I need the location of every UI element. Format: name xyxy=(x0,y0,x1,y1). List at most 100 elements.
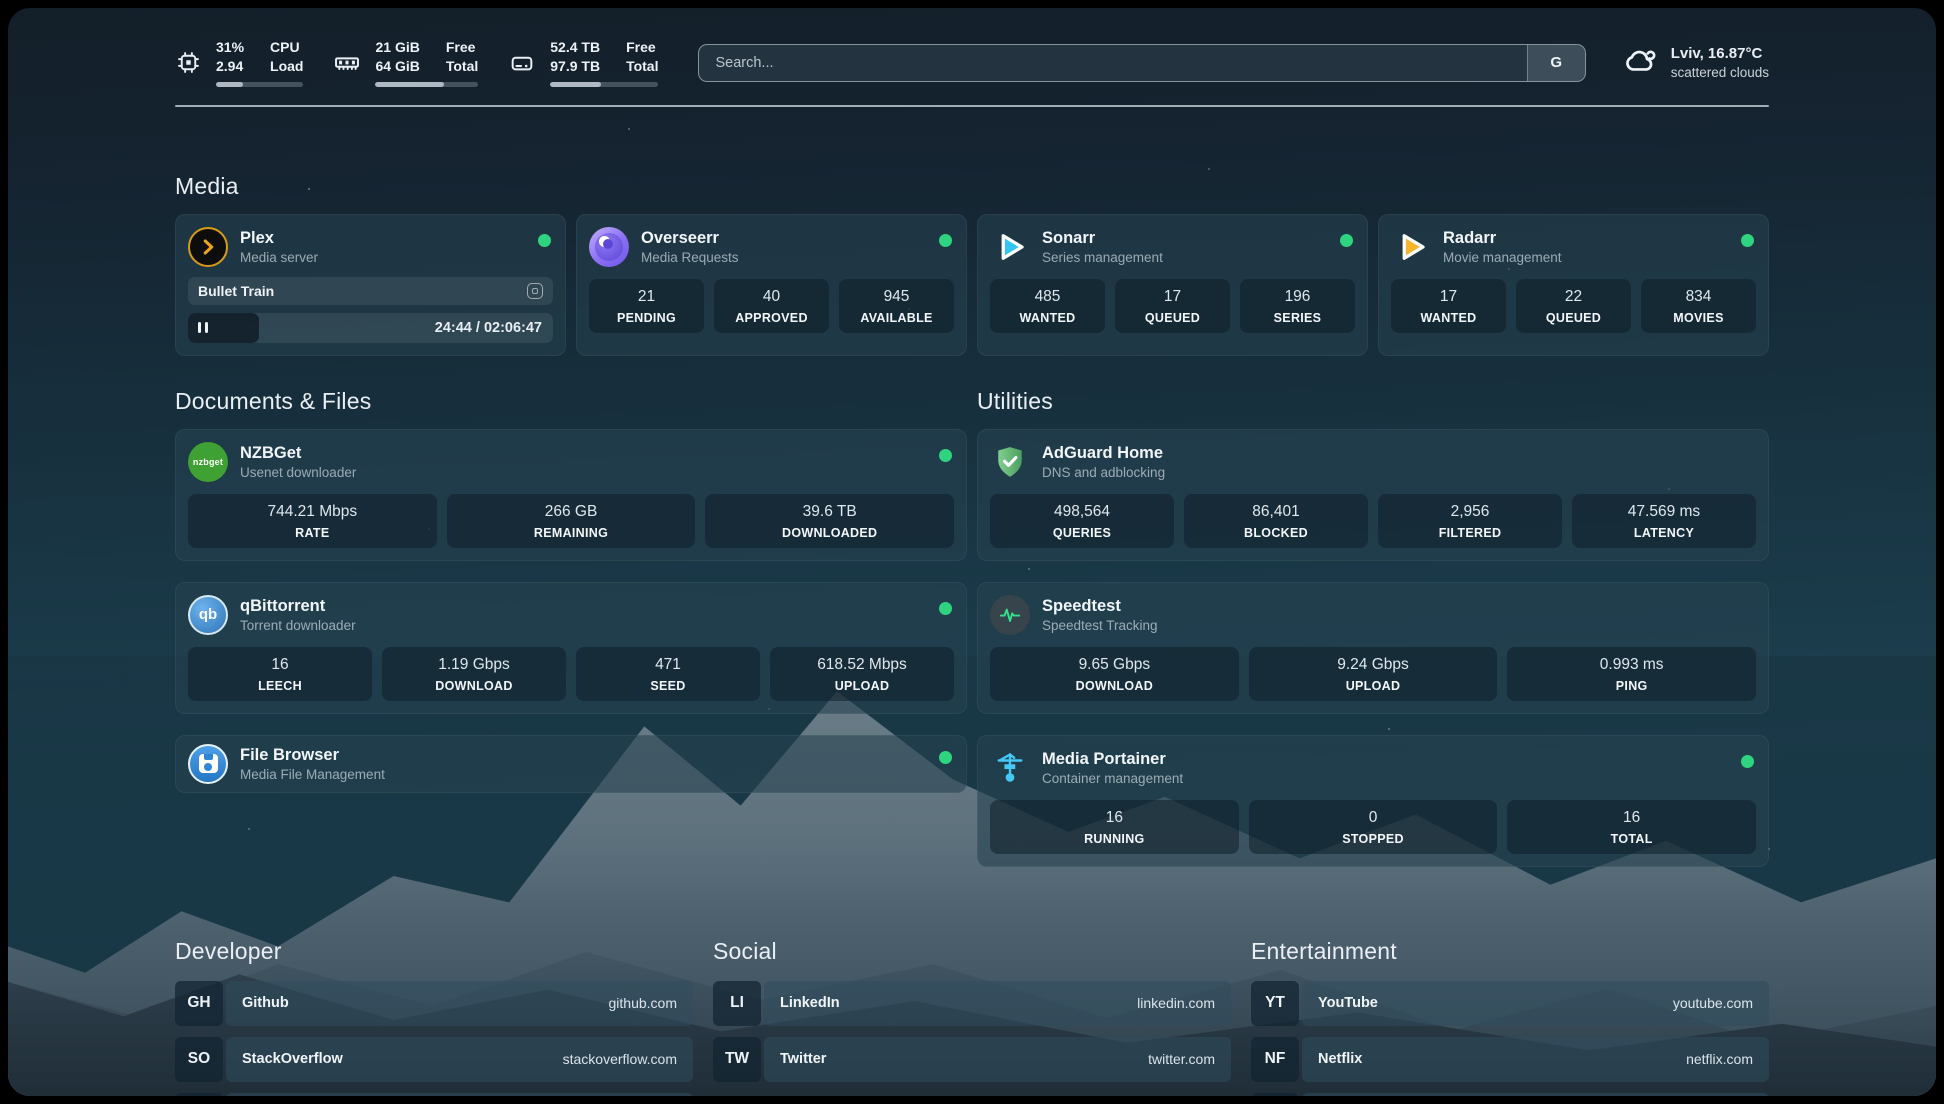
documents-column: Documents & Files nzbget NZBGet Usenet d… xyxy=(175,388,967,888)
qbittorrent-stat-seed: 471 SEED xyxy=(576,647,760,701)
bookmark-stackoverflow[interactable]: SO StackOverflow stackoverflow.com xyxy=(175,1037,693,1082)
filebrowser-icon xyxy=(188,744,228,784)
overseerr-stat-available: 945 AVAILABLE xyxy=(839,279,954,333)
overseerr-icon xyxy=(589,227,629,267)
radarr-stat-queued: 22 QUEUED xyxy=(1516,279,1631,333)
speedtest-icon xyxy=(990,595,1030,635)
cpu-icon xyxy=(175,49,202,76)
section-title-entertainment: Entertainment xyxy=(1251,938,1769,965)
radarr-status-online-dot xyxy=(1741,234,1754,247)
filebrowser-card[interactable]: File Browser Media File Management xyxy=(175,735,967,793)
memory-widget: 21 GiB 64 GiB Free Total xyxy=(333,38,478,87)
speedtest-stat-upload: 9.24 Gbps UPLOAD xyxy=(1249,647,1498,701)
disk-progress-fill xyxy=(550,82,601,87)
search-bar: G xyxy=(698,44,1585,82)
nzbget-icon: nzbget xyxy=(188,442,228,482)
cpu-progress-track xyxy=(216,82,303,87)
bookmarks-social: Social LI LinkedIn linkedin.com TW Twitt… xyxy=(713,938,1231,1097)
plex-card[interactable]: Plex Media server Bullet Train 24:44 / 0… xyxy=(175,214,566,356)
speedtest-name: Speedtest xyxy=(1042,597,1158,616)
qbittorrent-card[interactable]: qb qBittorrent Torrent downloader 16 LEE… xyxy=(175,582,967,714)
plex-subtitle: Media server xyxy=(240,250,318,265)
sonarr-subtitle: Series management xyxy=(1042,250,1163,265)
filebrowser-subtitle: Media File Management xyxy=(240,767,385,782)
qbittorrent-subtitle: Torrent downloader xyxy=(240,618,356,633)
radarr-name: Radarr xyxy=(1443,229,1562,248)
cpu-widget: 31% 2.94 CPU Load xyxy=(175,38,303,87)
radarr-stat-movies: 834 MOVIES xyxy=(1641,279,1756,333)
plex-name: Plex xyxy=(240,229,318,248)
bookmark-netflix[interactable]: NF Netflix netflix.com xyxy=(1251,1037,1769,1082)
bookmark-github[interactable]: GH Github github.com xyxy=(175,981,693,1026)
sonarr-card[interactable]: Sonarr Series management 485 WANTED 17 Q… xyxy=(977,214,1368,356)
nzbget-status-online-dot xyxy=(939,449,952,462)
bookmark-reddit[interactable]: RE Reddit reddit.com xyxy=(1251,1093,1769,1097)
nzbget-card[interactable]: nzbget NZBGet Usenet downloader 744.21 M… xyxy=(175,429,967,561)
nzbget-subtitle: Usenet downloader xyxy=(240,465,356,480)
media-card-row: Plex Media server Bullet Train 24:44 / 0… xyxy=(175,214,1769,356)
pause-icon[interactable] xyxy=(198,322,208,333)
adguard-stat-latency: 47.569 ms LATENCY xyxy=(1572,494,1756,548)
portainer-subtitle: Container management xyxy=(1042,771,1183,786)
filebrowser-status-online-dot xyxy=(939,751,952,764)
adguard-stat-blocked: 86,401 BLOCKED xyxy=(1184,494,1368,548)
adguard-stat-queries: 498,564 QUERIES xyxy=(990,494,1174,548)
nzbget-stat-rate: 744.21 Mbps RATE xyxy=(188,494,437,548)
now-playing-progress-bar: 24:44 / 02:06:47 xyxy=(188,313,553,343)
bookmark-stackoverflow-url: stackoverflow.com xyxy=(563,1051,677,1067)
search-engine-button[interactable]: G xyxy=(1527,45,1585,81)
adguard-card[interactable]: AdGuard Home DNS and adblocking 498,564 … xyxy=(977,429,1769,561)
bookmark-youtube-badge: YT xyxy=(1251,981,1299,1026)
section-title-developer: Developer xyxy=(175,938,693,965)
snow-specks xyxy=(8,8,10,10)
cpu-progress-fill xyxy=(216,82,243,87)
memory-free-label: Free xyxy=(446,38,478,57)
cpu-load-value: 2.94 xyxy=(216,57,244,76)
radarr-subtitle: Movie management xyxy=(1443,250,1562,265)
cpu-usage-value: 31% xyxy=(216,38,244,57)
section-title-documents: Documents & Files xyxy=(175,388,967,415)
sonarr-stat-queued: 17 QUEUED xyxy=(1115,279,1230,333)
qbittorrent-stat-leech: 16 LEECH xyxy=(188,647,372,701)
nzbget-stat-remaining: 266 GB REMAINING xyxy=(447,494,696,548)
disk-progress-track xyxy=(550,82,658,87)
portainer-card[interactable]: Media Portainer Container management 16 … xyxy=(977,735,1769,867)
plex-status-online-dot xyxy=(538,234,551,247)
weather-condition: scattered clouds xyxy=(1671,64,1769,82)
speedtest-card[interactable]: Speedtest Speedtest Tracking 9.65 Gbps D… xyxy=(977,582,1769,714)
bookmark-stackoverflow-name: StackOverflow xyxy=(242,1051,343,1067)
bookmark-youtube-url: youtube.com xyxy=(1673,995,1753,1011)
nzbget-name: NZBGet xyxy=(240,444,356,463)
bookmark-youtube-name: YouTube xyxy=(1318,995,1378,1011)
disk-free-label: Free xyxy=(626,38,658,57)
disk-widget: 52.4 TB 97.9 TB Free Total xyxy=(508,38,658,87)
portainer-stat-stopped: 0 STOPPED xyxy=(1249,800,1498,854)
qbittorrent-icon: qb xyxy=(188,595,228,635)
bookmarks-entertainment: Entertainment YT YouTube youtube.com NF … xyxy=(1251,938,1769,1097)
bookmark-netflix-url: netflix.com xyxy=(1686,1051,1753,1067)
adguard-icon xyxy=(990,442,1030,482)
search-input[interactable] xyxy=(699,45,1526,81)
sonarr-stat-wanted: 485 WANTED xyxy=(990,279,1105,333)
utilities-column: Utilities AdGuard Home xyxy=(977,388,1769,888)
bookmark-github-name: Github xyxy=(242,995,289,1011)
section-title-social: Social xyxy=(713,938,1231,965)
bookmark-netflix-name: Netflix xyxy=(1318,1051,1362,1067)
bookmark-netflix-badge: NF xyxy=(1251,1037,1299,1082)
qbittorrent-status-online-dot xyxy=(939,602,952,615)
bookmark-twitter[interactable]: TW Twitter twitter.com xyxy=(713,1037,1231,1082)
memory-progress-track xyxy=(375,82,478,87)
radarr-card[interactable]: Radarr Movie management 17 WANTED 22 QUE… xyxy=(1378,214,1769,356)
bookmark-linkedin[interactable]: LI LinkedIn linkedin.com xyxy=(713,981,1231,1026)
overseerr-card[interactable]: Overseerr Media Requests 21 PENDING 40 A… xyxy=(576,214,967,356)
plex-icon xyxy=(188,227,228,267)
bookmark-dev[interactable]: DT DEV dev.to xyxy=(175,1093,693,1097)
disk-total-value: 97.9 TB xyxy=(550,57,600,76)
speedtest-subtitle: Speedtest Tracking xyxy=(1042,618,1158,633)
header-divider xyxy=(175,105,1769,107)
speedtest-stat-ping: 0.993 ms PING xyxy=(1507,647,1756,701)
now-playing-progress-fill xyxy=(188,313,259,343)
memory-free-value: 21 GiB xyxy=(375,38,419,57)
bookmark-youtube[interactable]: YT YouTube youtube.com xyxy=(1251,981,1769,1026)
speedtest-stat-download: 9.65 Gbps DOWNLOAD xyxy=(990,647,1239,701)
